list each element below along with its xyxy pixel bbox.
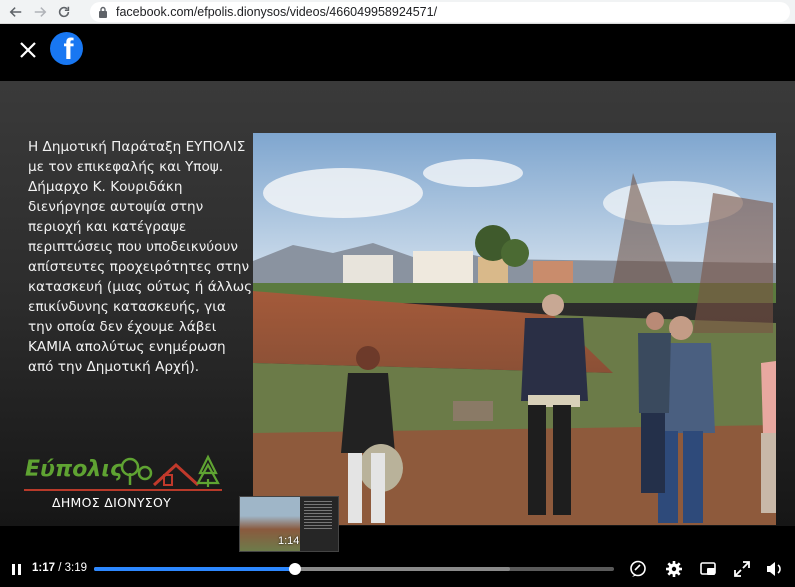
lock-icon [99,6,107,18]
miniplayer-button[interactable] [698,559,718,579]
viewer-header: f [0,24,795,80]
preview-time: 1:14 [278,535,300,547]
reload-button[interactable] [52,0,76,24]
address-bar[interactable]: facebook.com/efpolis.dionysos/videos/466… [90,2,790,22]
reload-icon [58,6,70,17]
close-icon [20,42,36,58]
fullscreen-button[interactable] [732,559,752,579]
back-button[interactable] [4,0,28,24]
person-partial-right [761,361,776,513]
chat-bubble-icon [630,560,646,577]
time-display: 1:17 / 3:19 [32,562,87,574]
speaker-icon [767,562,781,576]
duration: 3:19 [64,562,88,574]
logo-wordmark: Εύπολις [25,457,123,482]
video-viewer: f Η Δημοτική Παράταξη ΕΥΠΟΛΙΣ με τον επι… [0,24,795,587]
pause-button[interactable] [8,561,24,577]
volume-button[interactable] [764,559,784,579]
scrub-preview-thumbnail: 1:14 [239,496,339,552]
captions-button[interactable] [628,559,648,579]
video-frame[interactable]: Η Δημοτική Παράταξη ΕΥΠΟΛΙΣ με τον επικε… [0,81,795,526]
expand-icon [734,561,750,577]
seek-bar[interactable] [94,563,614,575]
video-caption-text: Η Δημοτική Παράταξη ΕΥΠΟΛΙΣ με τον επικε… [28,139,253,375]
close-button[interactable] [14,36,42,64]
url-text: facebook.com/efpolis.dionysos/videos/466… [116,5,438,19]
efpolis-logo: Εύπολις ΔΗΜΟΣ ΔΙΟΝΥΣΟΥ [22,451,227,521]
time-separator: / [55,562,65,574]
house-tree-logo-icon [120,454,220,487]
current-time: 1:17 [32,562,56,574]
forward-button[interactable] [28,0,52,24]
pause-icon [11,563,15,575]
seek-handle[interactable] [288,563,301,575]
forward-arrow-icon [34,6,47,17]
logo-divider [24,489,222,491]
logo-subtitle: ΔΗΜΟΣ ΔΙΟΝΥΣΟΥ [52,495,172,510]
back-arrow-icon [9,6,22,17]
settings-button[interactable] [664,559,684,579]
facebook-logo-icon[interactable]: f [50,32,83,65]
browser-toolbar: facebook.com/efpolis.dionysos/videos/466… [0,0,795,24]
gear-icon [666,561,682,577]
player-controls: 1:17 / 3:19 [0,552,795,587]
picture-in-picture-icon [700,562,716,575]
progress-fill [94,567,295,571]
video-photo-frame [253,133,776,525]
